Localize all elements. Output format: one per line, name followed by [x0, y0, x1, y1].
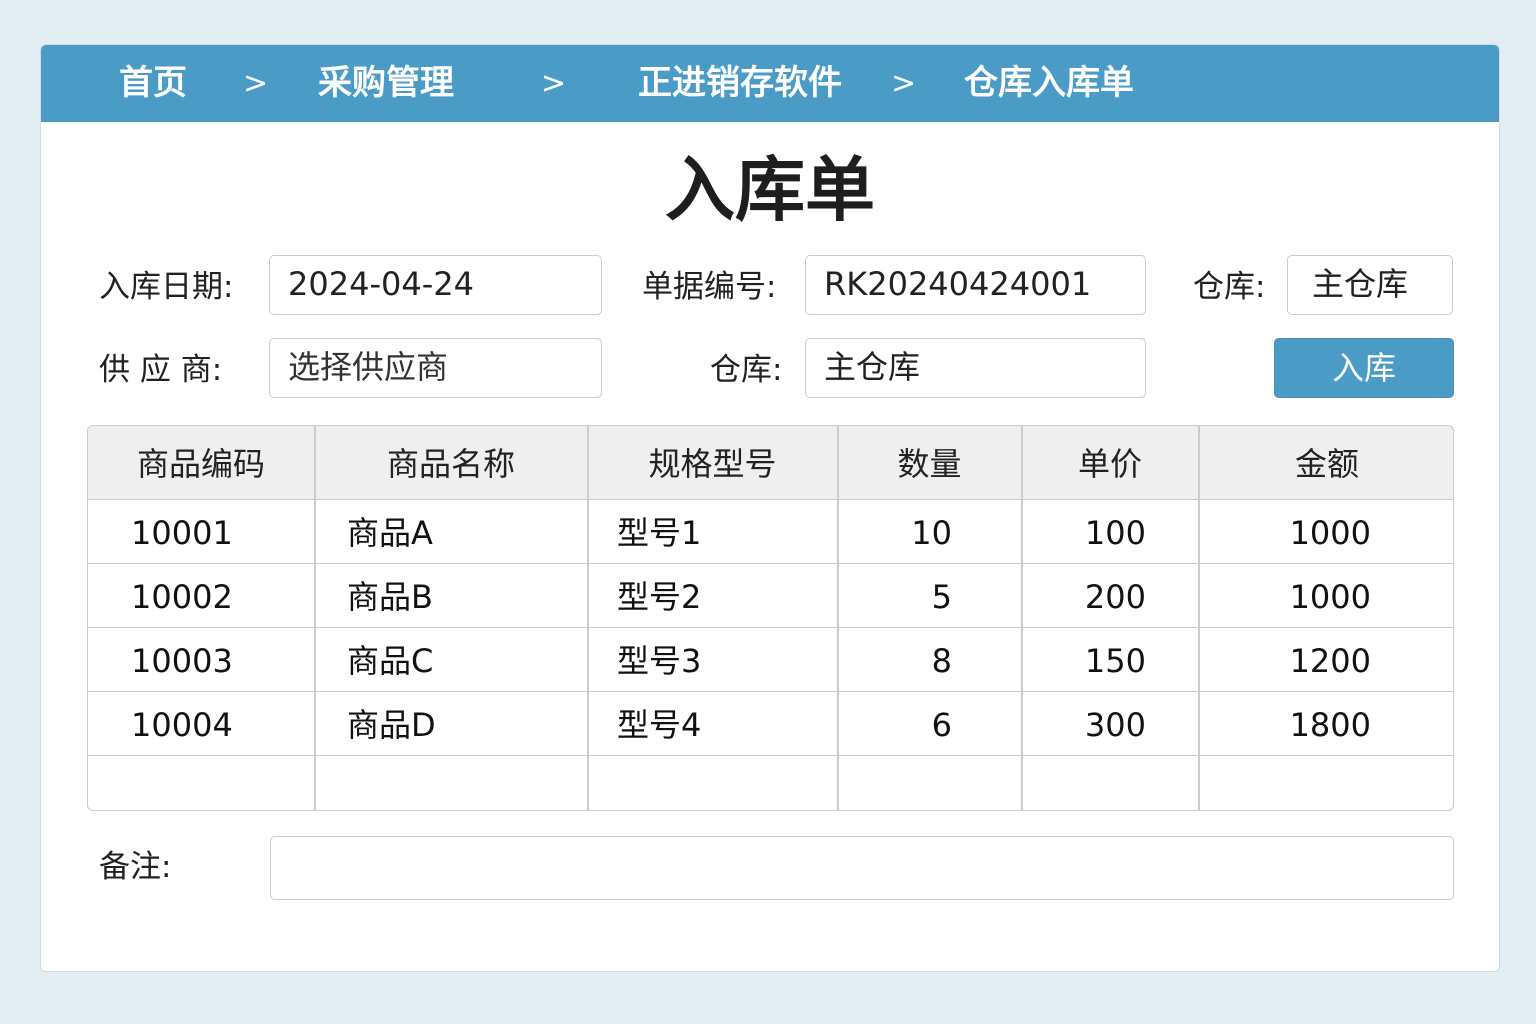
table-header: 商品编码 商品名称 规格型号 数量 单价 金额	[88, 426, 1453, 500]
cell-amount: 1200	[1289, 642, 1371, 680]
column-divider	[837, 426, 839, 810]
doc-no-label: 单据编号:	[642, 269, 777, 305]
cell-price: 100	[1084, 514, 1146, 552]
table-row[interactable]: 10003 商品C 型号3 8 150 1200	[88, 628, 1453, 692]
cell-qty: 10	[911, 514, 952, 552]
remark-input[interactable]	[270, 836, 1454, 900]
cell-amount: 1800	[1289, 706, 1371, 744]
breadcrumb: 首页 > 采购管理 > 正进销存软件 > 仓库入库单	[41, 45, 1499, 122]
cell-name: 商品D	[347, 706, 436, 744]
cell-name: 商品A	[347, 514, 433, 552]
column-divider	[1198, 426, 1200, 810]
date-field[interactable]: 2024-04-24	[269, 255, 602, 315]
column-header-qty: 数量	[897, 445, 962, 483]
cell-spec: 型号2	[617, 578, 702, 616]
cell-qty: 6	[931, 706, 952, 744]
table-row-empty[interactable]	[88, 756, 1453, 810]
supplier-label: 供 应 商:	[99, 352, 223, 388]
cell-name: 商品B	[347, 578, 433, 616]
cell-price: 300	[1084, 706, 1146, 744]
table-row[interactable]: 10002 商品B 型号2 5 200 1000	[88, 564, 1453, 628]
warehouse-label: 仓库:	[710, 352, 783, 388]
chevron-right-icon: >	[243, 66, 269, 101]
breadcrumb-item-software[interactable]: 正进销存软件	[638, 45, 842, 122]
cell-code: 10003	[131, 642, 233, 680]
page-title: 入库单	[665, 149, 875, 231]
remark-label: 备注:	[99, 849, 172, 885]
stock-in-window: 首页 > 采购管理 > 正进销存软件 > 仓库入库单 入库单 入库日期: 202…	[40, 44, 1500, 972]
column-header-spec: 规格型号	[648, 445, 777, 483]
column-divider	[1021, 426, 1023, 810]
cell-spec: 型号1	[617, 514, 702, 552]
supplier-select[interactable]: 选择供应商	[269, 338, 602, 398]
breadcrumb-item-stock-in[interactable]: 仓库入库单	[964, 45, 1134, 122]
date-label: 入库日期:	[99, 269, 234, 305]
chevron-right-icon: >	[891, 66, 917, 101]
column-divider	[587, 426, 589, 810]
column-divider	[314, 426, 316, 810]
warehouse-field[interactable]: 主仓库	[805, 338, 1146, 398]
cell-code: 10002	[131, 578, 233, 616]
cell-code: 10001	[131, 514, 233, 552]
cell-spec: 型号4	[617, 706, 702, 744]
column-header-name: 商品名称	[386, 445, 515, 483]
doc-no-field[interactable]: RK20240424001	[805, 255, 1146, 315]
cell-name: 商品C	[347, 642, 434, 680]
column-header-amount: 金额	[1294, 445, 1359, 483]
column-header-price: 单价	[1077, 445, 1142, 483]
cell-amount: 1000	[1289, 514, 1371, 552]
cell-price: 150	[1084, 642, 1146, 680]
stock-in-button[interactable]: 入库	[1274, 338, 1454, 398]
cell-amount: 1000	[1289, 578, 1371, 616]
warehouse-top-label: 仓库:	[1193, 269, 1266, 305]
table-row[interactable]: 10001 商品A 型号1 10 100 1000	[88, 500, 1453, 564]
table-row[interactable]: 10004 商品D 型号4 6 300 1800	[88, 692, 1453, 756]
breadcrumb-item-purchase[interactable]: 采购管理	[318, 45, 454, 122]
items-table: 商品编码 商品名称 规格型号 数量 单价 金额 10001 商品A 型号1 10…	[87, 425, 1454, 811]
cell-spec: 型号3	[617, 642, 702, 680]
column-header-code: 商品编码	[136, 445, 265, 483]
chevron-right-icon: >	[541, 66, 567, 101]
cell-price: 200	[1084, 578, 1146, 616]
warehouse-top-field[interactable]: 主仓库	[1287, 255, 1453, 315]
cell-code: 10004	[131, 706, 233, 744]
cell-qty: 8	[931, 642, 952, 680]
cell-qty: 5	[931, 578, 952, 616]
breadcrumb-item-home[interactable]: 首页	[119, 45, 187, 122]
